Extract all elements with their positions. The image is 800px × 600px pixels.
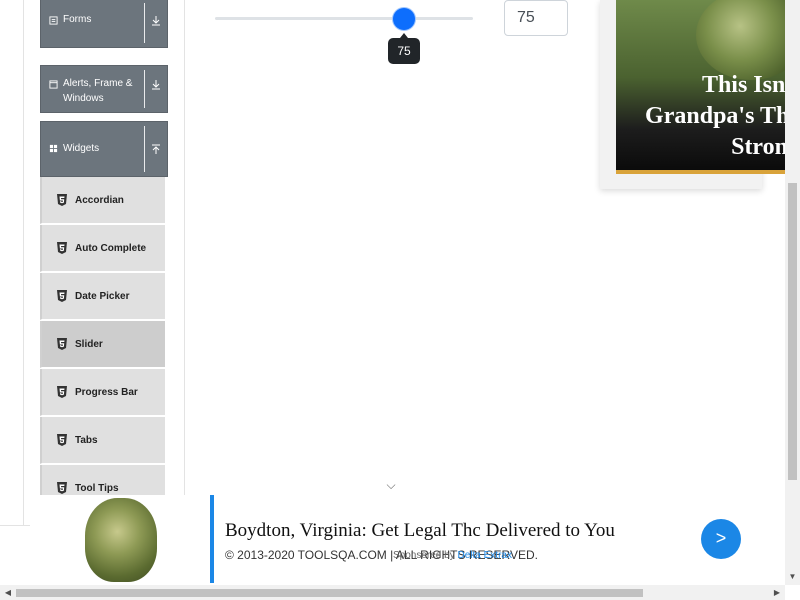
sponsor-prefix: Sponsored by [393, 550, 455, 561]
content-left-border [23, 0, 24, 526]
grid-icon [49, 144, 58, 153]
sidebar-group-label-line2: Windows [63, 93, 104, 104]
html5-icon [57, 338, 67, 350]
scroll-down-arrow-icon[interactable]: ▼ [785, 570, 800, 584]
sidebar-group-label: Forms [63, 14, 92, 25]
cannabis-bud-image [85, 498, 157, 582]
sidebar-item-label: Slider [75, 339, 103, 350]
sidebar-group-forms[interactable]: Forms [40, 0, 168, 48]
sidebar-group-label: Widgets [63, 143, 100, 154]
sidebar-right-border [184, 0, 185, 526]
divider [144, 70, 145, 108]
sidebar-item-label: Tabs [75, 435, 98, 446]
banner-accent-bar [210, 495, 214, 583]
sidebar-item-slider[interactable]: Slider [40, 321, 165, 368]
sidebar-item-date-picker[interactable]: Date Picker [40, 273, 165, 320]
sidebar-item-label: Auto Complete [75, 243, 147, 254]
html5-icon [57, 386, 67, 398]
chevron-down-icon[interactable]: ⌵ [383, 478, 399, 493]
sidebar-item-tabs[interactable]: Tabs [40, 417, 165, 464]
sidebar-item-label: Date Picker [75, 291, 130, 302]
slider-value-tooltip: 75 [388, 33, 420, 64]
window-icon [49, 80, 58, 89]
sidebar-group-label-line1: Alerts, Frame & [63, 78, 133, 89]
divider [144, 126, 145, 172]
collapse-icon[interactable] [147, 143, 165, 155]
divider [144, 3, 145, 43]
sidebar-group-widgets[interactable]: Widgets [40, 121, 168, 177]
banner-next-button[interactable]: > [701, 519, 741, 559]
banner-ad-title[interactable]: Boydton, Virginia: Get Legal Thc Deliver… [225, 520, 615, 542]
slider-track[interactable] [215, 17, 473, 20]
sponsor-link[interactable]: Delta Extrax [458, 550, 512, 561]
html5-icon [57, 434, 67, 446]
sidebar-item-label: Tool Tips [75, 483, 119, 494]
slider-thumb[interactable] [393, 8, 415, 30]
sidebar-group-alerts-frame-windows[interactable]: Alerts, Frame & Windows [40, 65, 168, 113]
html5-icon [57, 290, 67, 302]
scroll-left-arrow-icon[interactable]: ◀ [2, 586, 14, 599]
banner-ad-image[interactable] [30, 495, 210, 583]
sidebar-item-label: Accordian [75, 195, 124, 206]
form-icon [49, 16, 58, 25]
horizontal-scrollbar-thumb[interactable] [16, 589, 643, 597]
ad-headline[interactable]: This Isn't Grandpa's The Strong [616, 70, 800, 163]
sidebar-item-label: Progress Bar [75, 387, 138, 398]
expand-icon[interactable] [147, 79, 165, 91]
html5-icon [57, 194, 67, 206]
expand-icon[interactable] [147, 15, 165, 27]
sidebar-item-progress-bar[interactable]: Progress Bar [40, 369, 165, 416]
sidebar-item-accordian[interactable]: Accordian [40, 177, 165, 224]
slider-value-input[interactable]: 75 [504, 0, 568, 36]
html5-icon [57, 482, 67, 494]
sidebar-item-auto-complete[interactable]: Auto Complete [40, 225, 165, 272]
banner-sponsor: Sponsored by Delta Extrax [393, 550, 512, 561]
vertical-scrollbar-thumb[interactable] [788, 183, 797, 480]
scroll-right-arrow-icon[interactable]: ▶ [771, 586, 783, 599]
html5-icon [57, 242, 67, 254]
ad-accent-bar [616, 170, 800, 174]
